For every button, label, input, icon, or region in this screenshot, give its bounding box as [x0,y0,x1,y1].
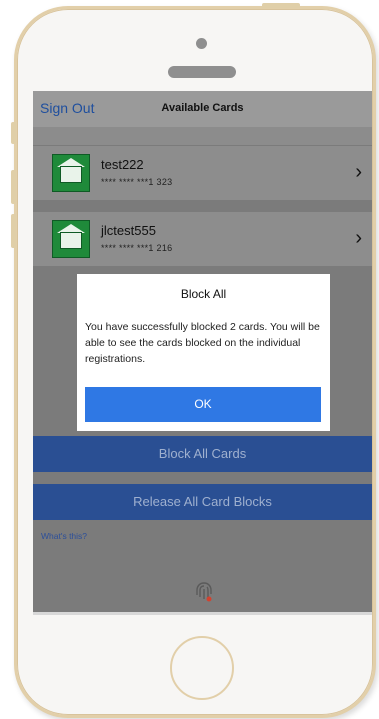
sub-bar [33,127,372,145]
block-all-cards-button[interactable]: Block All Cards [33,436,372,472]
phone-speaker [168,66,236,78]
dialog-message: You have successfully blocked 2 cards. Y… [85,321,320,365]
screen-bottom-edge [33,612,372,615]
phone-volume-down [11,214,16,248]
whats-this-link[interactable]: What's this? [41,531,87,541]
card-number: **** **** ***1 216 [101,243,173,253]
page-title: Available Cards [161,102,244,114]
block-all-dialog: Block All You have successfully blocked … [77,274,330,431]
bank-house-icon [52,154,90,192]
chevron-right-icon[interactable]: › [355,161,362,184]
bank-house-icon [52,220,90,258]
card-number: **** **** ***1 323 [101,177,173,187]
phone-home-button[interactable] [170,636,234,700]
release-all-card-blocks-button[interactable]: Release All Card Blocks [33,484,372,520]
phone-volume-up [11,170,16,204]
phone-camera [196,38,207,49]
app-screen: Sign Out Available Cards test222 **** **… [33,91,372,612]
card-row[interactable]: jlctest555 **** **** ***1 216 › [33,212,372,266]
phone-power-button [262,3,300,8]
card-row[interactable]: test222 **** **** ***1 323 › [33,146,372,200]
dialog-title: Block All [180,287,227,301]
phone-mute-switch [11,122,16,144]
chevron-right-icon[interactable]: › [355,227,362,250]
top-bar: Sign Out Available Cards [33,91,372,127]
card-name: jlctest555 [101,223,156,238]
ok-button[interactable]: OK [85,387,321,422]
fingerprint-icon[interactable] [194,581,214,603]
card-name: test222 [101,157,144,172]
